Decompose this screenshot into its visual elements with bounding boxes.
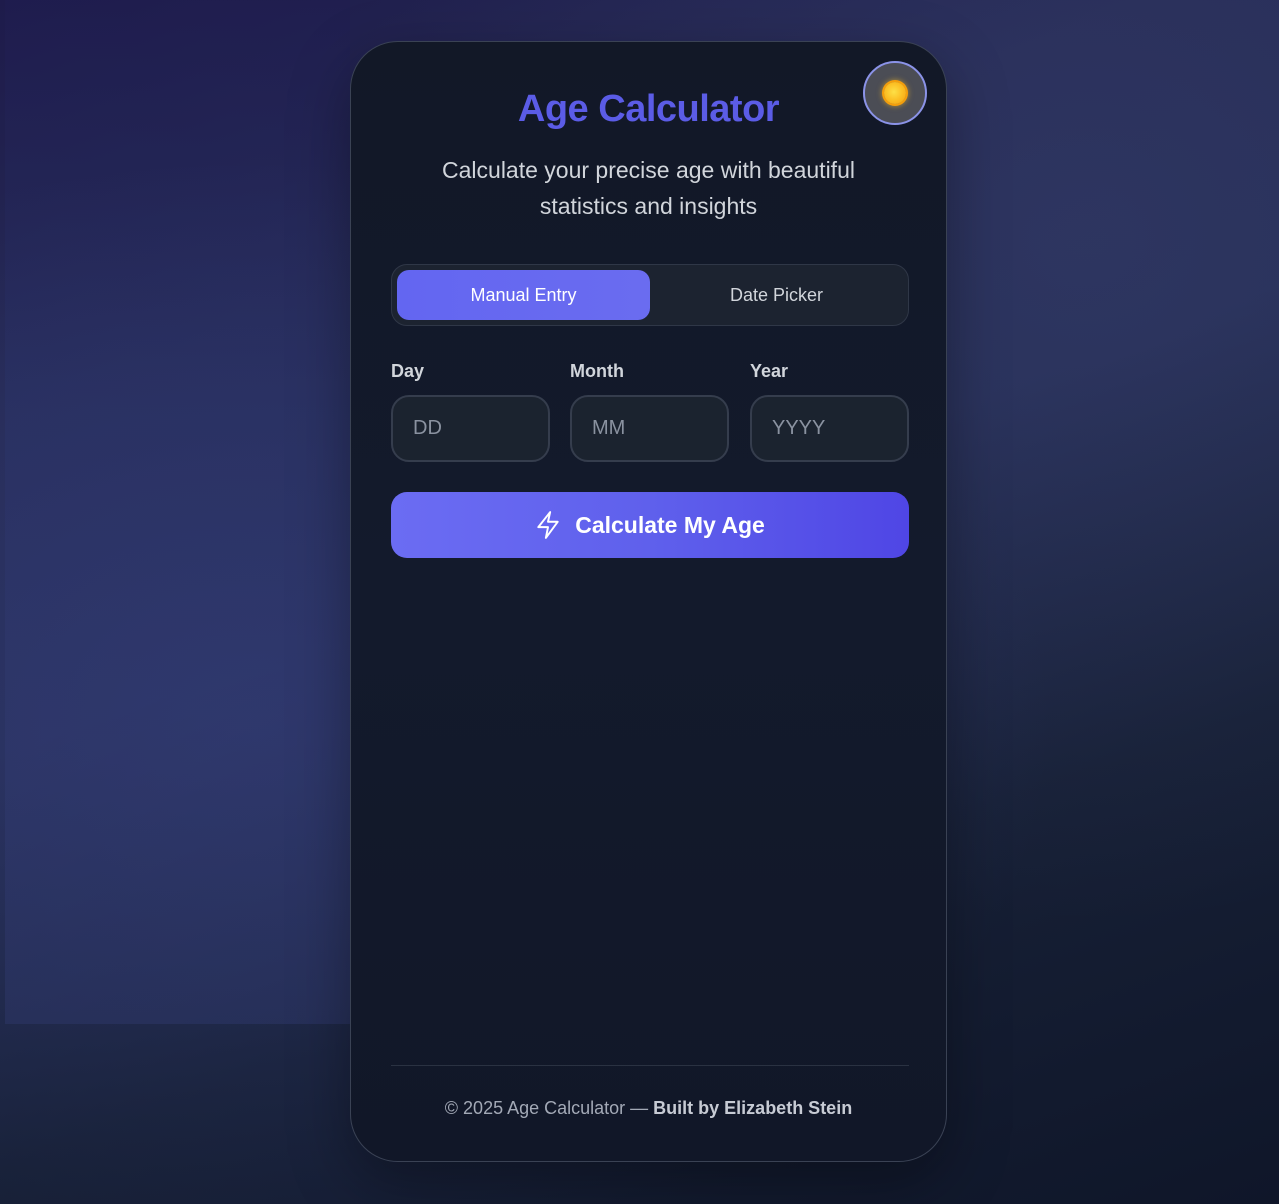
entry-mode-tabs: Manual Entry Date Picker: [391, 264, 909, 326]
page-subtitle: Calculate your precise age with beautifu…: [442, 157, 855, 219]
calculate-age-button[interactable]: Calculate My Age: [391, 492, 909, 558]
page-title: Age Calculator: [517, 88, 780, 130]
calculator-card: Age Calculator Calculate your precise ag…: [350, 41, 947, 1162]
footer-divider: [391, 1065, 909, 1066]
year-label: Year: [750, 361, 789, 381]
year-input[interactable]: [750, 395, 909, 462]
footer: © 2025 Age Calculator — Built by Elizabe…: [351, 1098, 946, 1119]
footer-copyright: © 2025 Age Calculator —: [444, 1098, 654, 1118]
lightning-icon: [537, 511, 559, 539]
tab-manual-entry[interactable]: Manual Entry: [397, 270, 650, 320]
day-label: Day: [391, 361, 425, 381]
month-input[interactable]: [570, 395, 729, 462]
tab-date-picker[interactable]: Date Picker: [650, 270, 903, 320]
month-field-group: Month: [570, 360, 729, 462]
day-input[interactable]: [391, 395, 550, 462]
footer-author: Built by Elizabeth Stein: [653, 1098, 853, 1118]
year-field-group: Year: [750, 360, 909, 462]
day-field-group: Day: [391, 360, 550, 462]
calculate-button-label: Calculate My Age: [575, 511, 765, 538]
month-label: Month: [570, 361, 624, 381]
